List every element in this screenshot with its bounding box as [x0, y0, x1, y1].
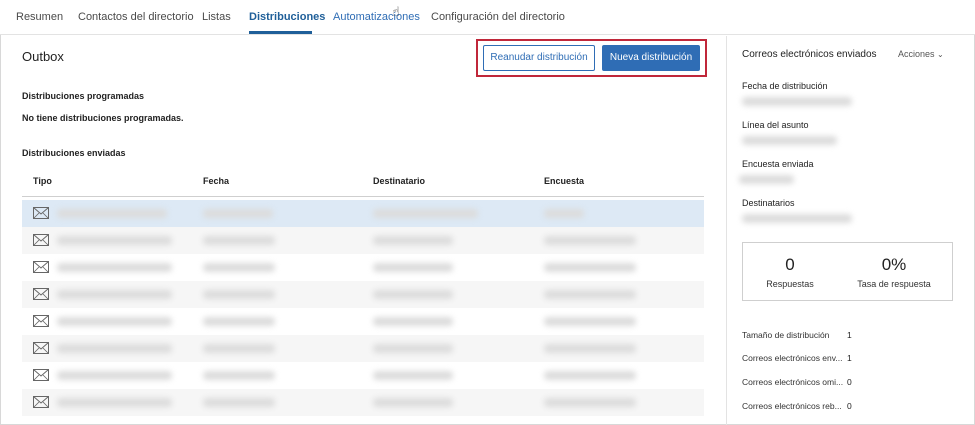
response-rate-label: Tasa de respuesta — [857, 279, 931, 289]
actions-dropdown[interactable]: Acciones ⌄ — [898, 49, 944, 59]
responses-count: 0 — [785, 255, 795, 274]
column-fecha[interactable]: Fecha — [203, 176, 229, 186]
table-row[interactable] — [22, 227, 704, 254]
scheduled-empty-message: No tiene distribuciones programadas. — [22, 113, 184, 123]
metric-label: Correos electrónicos reb... — [742, 401, 842, 411]
envelope-icon — [33, 369, 49, 381]
table-header: Tipo Fecha Destinatario Encuesta — [22, 169, 704, 197]
blurred-cell — [203, 344, 275, 353]
blurred-cell — [544, 236, 636, 245]
tab-configuracion-directorio[interactable]: Configuración del directorio — [431, 11, 565, 23]
blurred-cell — [544, 398, 636, 407]
panel-title: Correos electrónicos enviados — [742, 49, 877, 60]
envelope-icon — [33, 207, 49, 219]
hand-pointer-icon: ☝ — [392, 4, 400, 19]
blurred-cell — [544, 263, 636, 272]
responses-label: Respuestas — [766, 279, 814, 289]
blurred-cell — [544, 209, 584, 218]
blurred-cell — [373, 317, 453, 326]
envelope-icon — [33, 315, 49, 327]
blurred-cell — [57, 209, 167, 218]
blurred-cell — [544, 344, 636, 353]
tab-contactos-directorio[interactable]: Contactos del directorio — [78, 11, 194, 23]
details-panel: Correos electrónicos enviados Acciones ⌄… — [727, 36, 975, 425]
blurred-cell — [203, 236, 275, 245]
field-encuesta-enviada: Encuesta enviada — [742, 159, 814, 169]
scheduled-heading: Distribuciones programadas — [22, 91, 145, 101]
blurred-cell — [373, 398, 453, 407]
metric-label: Tamaño de distribución — [742, 330, 830, 340]
blurred-cell — [57, 263, 172, 272]
tab-distribuciones[interactable]: Distribuciones — [249, 11, 325, 23]
field-linea-asunto: Línea del asunto — [742, 120, 809, 130]
blurred-cell — [57, 290, 172, 299]
active-tab-indicator — [249, 31, 312, 34]
envelope-icon — [33, 342, 49, 354]
blurred-cell — [544, 290, 636, 299]
table-row[interactable] — [22, 281, 704, 308]
blurred-cell — [203, 209, 273, 218]
chevron-down-icon: ⌄ — [937, 50, 944, 59]
blurred-cell — [203, 317, 275, 326]
blurred-cell — [203, 290, 275, 299]
blurred-value — [739, 175, 794, 184]
response-stats: 0 Respuestas 0% Tasa de respuesta — [742, 242, 953, 301]
column-tipo[interactable]: Tipo — [33, 176, 52, 186]
table-row[interactable] — [22, 308, 704, 335]
new-distribution-button[interactable]: Nueva distribución — [602, 45, 700, 71]
blurred-cell — [203, 263, 275, 272]
field-destinatarios: Destinatarios — [742, 198, 795, 208]
resume-distribution-button[interactable]: Reanudar distribución — [483, 45, 595, 71]
blurred-cell — [57, 371, 172, 380]
metric-label: Correos electrónicos env... — [742, 353, 843, 363]
blurred-cell — [57, 236, 172, 245]
sent-heading: Distribuciones enviadas — [22, 148, 126, 158]
envelope-icon — [33, 234, 49, 246]
page-title: Outbox — [22, 49, 64, 64]
blurred-value — [742, 97, 852, 106]
blurred-cell — [373, 290, 453, 299]
blurred-cell — [373, 344, 453, 353]
table-row[interactable] — [22, 362, 704, 389]
blurred-cell — [57, 344, 172, 353]
field-fecha-distribucion: Fecha de distribución — [742, 81, 828, 91]
envelope-icon — [33, 396, 49, 408]
actions-label: Acciones — [898, 49, 935, 59]
table-row[interactable] — [22, 254, 704, 281]
blurred-cell — [373, 209, 478, 218]
blurred-cell — [373, 263, 453, 272]
blurred-value — [742, 136, 837, 145]
table-row[interactable] — [22, 335, 704, 362]
column-destinatario[interactable]: Destinatario — [373, 176, 425, 186]
table-row[interactable] — [22, 389, 704, 416]
blurred-cell — [203, 371, 275, 380]
blurred-cell — [544, 371, 636, 380]
response-rate: 0% — [881, 255, 907, 274]
outbox-section: Outbox Reanudar distribución Nueva distr… — [0, 36, 726, 425]
blurred-cell — [544, 317, 636, 326]
table-row[interactable] — [22, 200, 704, 227]
tab-automatizaciones[interactable]: Automatizaciones — [333, 11, 420, 23]
envelope-icon — [33, 261, 49, 273]
tab-listas[interactable]: Listas — [202, 11, 231, 23]
metric-label: Correos electrónicos omi... — [742, 377, 844, 387]
metric-value: 1 — [847, 353, 852, 363]
blurred-cell — [57, 398, 172, 407]
metric-value: 0 — [847, 401, 852, 411]
blurred-cell — [373, 371, 453, 380]
blurred-cell — [57, 317, 172, 326]
metric-value: 0 — [847, 377, 852, 387]
envelope-icon — [33, 288, 49, 300]
blurred-value — [742, 214, 852, 223]
blurred-cell — [203, 398, 275, 407]
tab-resumen[interactable]: Resumen — [16, 11, 63, 23]
metric-value: 1 — [847, 330, 852, 340]
column-encuesta[interactable]: Encuesta — [544, 176, 584, 186]
blurred-cell — [373, 236, 453, 245]
tab-bar: Resumen Contactos del directorio Listas … — [0, 0, 975, 35]
